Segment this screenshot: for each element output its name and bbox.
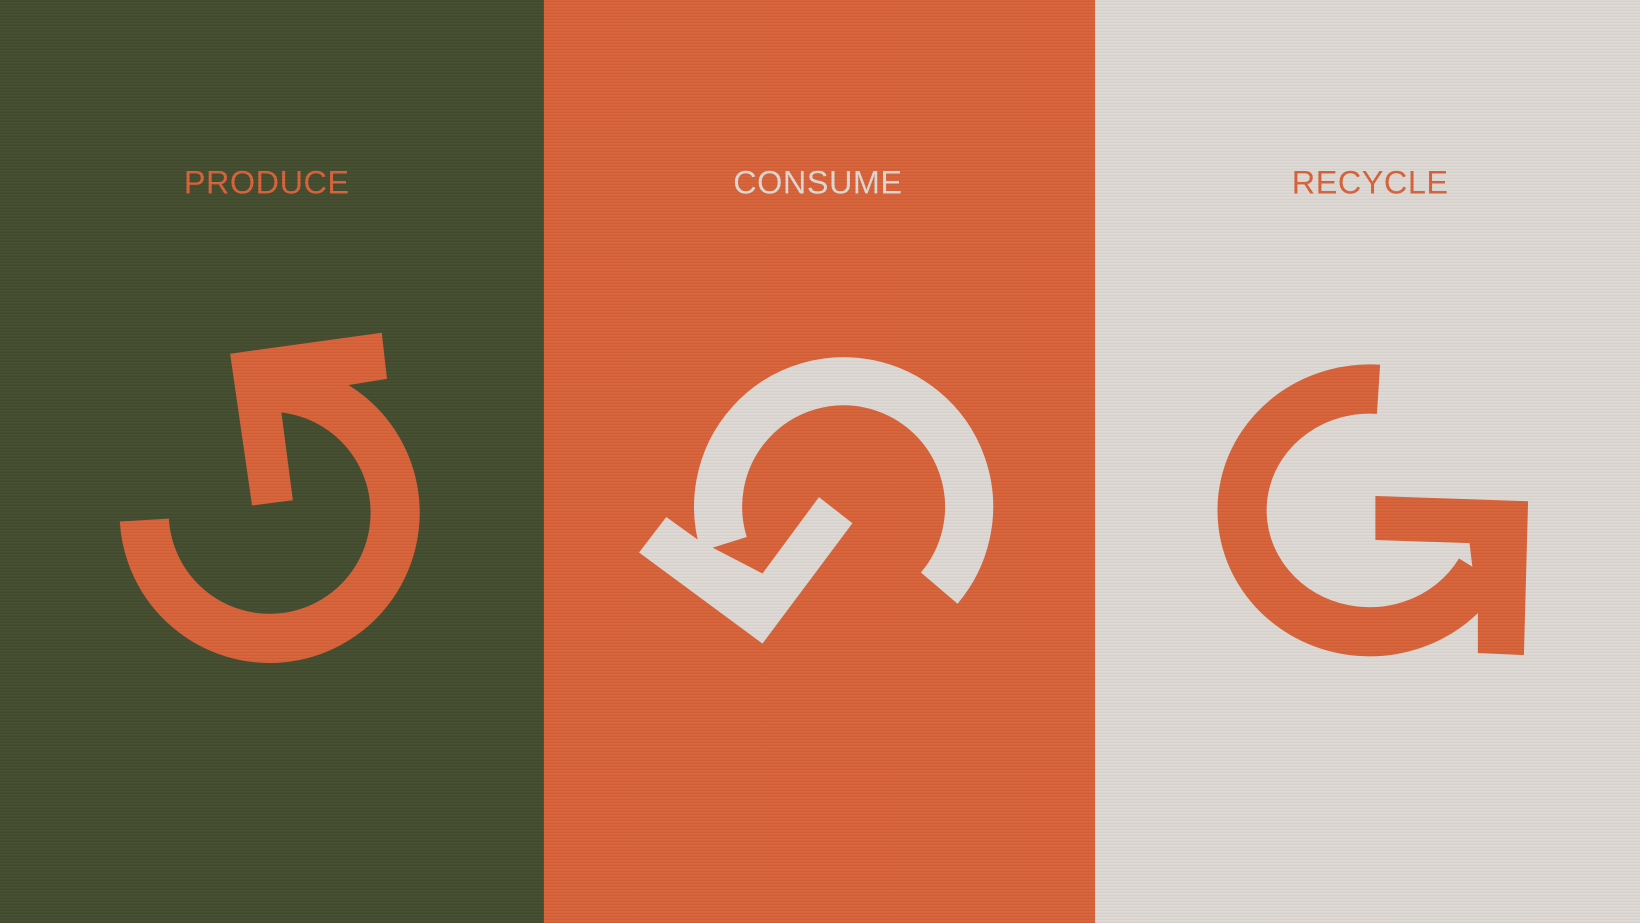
panel-recycle-background (1095, 0, 1640, 923)
panel-consume-background (543, 0, 1097, 923)
panel-produce: PRODUCE (0, 0, 545, 923)
panel-consume: CONSUME (543, 0, 1097, 923)
panel-produce-title: PRODUCE (184, 165, 350, 201)
triptych: PRODUCE CONSUME RECYCLE (0, 0, 1640, 923)
panel-recycle: RECYCLE (1095, 0, 1640, 923)
panel-recycle-title: RECYCLE (1292, 165, 1449, 201)
panel-consume-title: CONSUME (733, 165, 902, 201)
